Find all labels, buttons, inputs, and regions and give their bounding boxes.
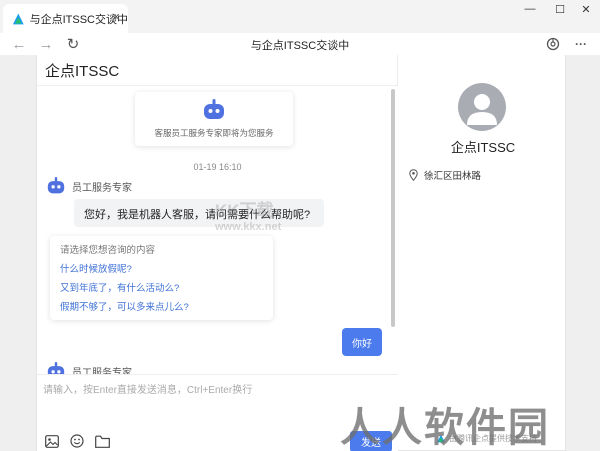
faq-link[interactable]: 什么时候放假呢? — [60, 261, 263, 275]
agent-avatar-icon — [47, 362, 65, 374]
chat-column: 企点ITSSC 客服员工服务专家即将为您服务 01-19 16:10 员工服务专… — [37, 55, 398, 451]
location-row: 徐汇区田林路 — [409, 168, 481, 182]
close-window-icon[interactable]: ✕ — [574, 0, 598, 18]
browser-tab[interactable]: 与企点ITSSC交谈中 × — [3, 4, 128, 33]
maximize-icon[interactable]: ☐ — [548, 0, 572, 18]
page-title: 与企点ITSSC交谈中 — [250, 40, 350, 52]
chat-window: 企点ITSSC 客服员工服务专家即将为您服务 01-19 16:10 员工服务专… — [36, 55, 566, 451]
image-icon[interactable] — [44, 433, 60, 449]
agent-name: 员工服务专家 — [72, 182, 132, 194]
robot-icon — [204, 99, 224, 119]
faq-title: 请选择您想咨询的内容 — [60, 245, 156, 256]
watermark-site-url: www.kkx.net — [215, 221, 282, 233]
agent-row: 员工服务专家 — [46, 177, 132, 195]
agent-avatar-icon — [47, 177, 65, 194]
browser-extension-icon[interactable] — [542, 34, 564, 54]
agent-greeting-bubble: 您好，我是机器人客服，请问需要什么帮助呢? — [74, 199, 324, 227]
message-timestamp: 01-19 16:10 — [193, 162, 242, 172]
system-notice-card: 客服员工服务专家即将为您服务 — [135, 92, 293, 146]
agent-row: 员工服务专家 — [46, 362, 132, 374]
location-pin-icon — [409, 169, 418, 181]
emoji-icon[interactable] — [69, 433, 85, 449]
folder-icon[interactable] — [94, 433, 110, 449]
avatar — [458, 83, 506, 131]
minimize-icon[interactable]: — — [518, 0, 542, 18]
navigation-bar: ← → ↻ 与企点ITSSC交谈中 ··· — [0, 33, 600, 55]
tab-close-icon[interactable]: × — [112, 10, 120, 24]
page-content: 企点ITSSC 客服员工服务专家即将为您服务 01-19 16:10 员工服务专… — [0, 55, 600, 451]
scrollbar[interactable] — [391, 89, 395, 327]
title-bar: 与企点ITSSC交谈中 × — ☐ ✕ — [0, 0, 600, 33]
faq-link[interactable]: 又到年底了，有什么活动么? — [60, 280, 263, 294]
chat-title: 企点ITSSC — [45, 62, 120, 80]
user-message-bubble: 你好 — [342, 328, 382, 356]
watermark: KK下载 www.kkx.net — [215, 196, 281, 233]
user-avatar-icon — [467, 94, 497, 125]
watermark-brand: 人人软件园 — [340, 406, 550, 450]
watermark-site-cn: KK下载 — [215, 201, 274, 220]
agent-name: 员工服务专家 — [72, 367, 132, 375]
profile-panel: 企点ITSSC 徐汇区田林路 — [399, 55, 567, 451]
chat-header: 企点ITSSC — [37, 55, 397, 86]
profile-name: 企点ITSSC — [450, 140, 516, 155]
qidian-logo-icon — [12, 13, 24, 24]
more-menu-icon[interactable]: ··· — [570, 34, 592, 54]
faq-card: 请选择您想咨询的内容 什么时候放假呢? 又到年底了，有什么活动么? 假期不够了，… — [50, 236, 273, 320]
faq-link[interactable]: 假期不够了，可以多来点儿么? — [60, 299, 263, 313]
message-input[interactable] — [43, 381, 383, 417]
system-notice-text: 客服员工服务专家即将为您服务 — [154, 128, 274, 138]
location-text: 徐汇区田林路 — [424, 171, 482, 182]
